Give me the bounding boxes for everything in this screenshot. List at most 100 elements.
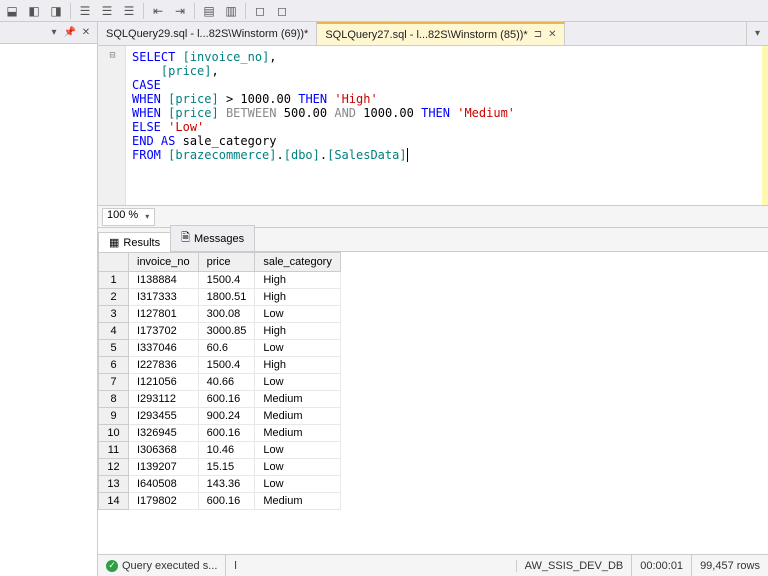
tool-icon[interactable]: ◧ [24, 2, 44, 20]
tool-icon[interactable]: ⬓ [2, 2, 22, 20]
table-row[interactable]: 9I293455900.24Medium [99, 408, 341, 425]
column-header[interactable]: price [198, 253, 255, 272]
cell[interactable]: High [255, 272, 341, 289]
cell[interactable]: 900.24 [198, 408, 255, 425]
table-row[interactable]: 6I2278361500.4High [99, 357, 341, 374]
tool-icon[interactable]: ◻ [272, 2, 292, 20]
row-number[interactable]: 4 [99, 323, 129, 340]
table-row[interactable]: 1I1388841500.4High [99, 272, 341, 289]
cell[interactable]: 3000.85 [198, 323, 255, 340]
cell[interactable]: Medium [255, 493, 341, 510]
collapse-icon[interactable]: ⊟ [100, 50, 125, 61]
cell[interactable]: 1500.4 [198, 357, 255, 374]
cell[interactable]: High [255, 323, 341, 340]
cell[interactable]: I179802 [129, 493, 199, 510]
pin-icon[interactable]: 📌 [63, 26, 77, 40]
cell[interactable]: Medium [255, 391, 341, 408]
outdent-icon[interactable]: ⇤ [148, 2, 168, 20]
table-row[interactable]: 2I3173331800.51High [99, 289, 341, 306]
cell[interactable]: 300.08 [198, 306, 255, 323]
zoom-select[interactable]: 100 % [102, 208, 155, 226]
results-tab[interactable]: 🗎Messages [170, 225, 255, 251]
cell[interactable]: Low [255, 442, 341, 459]
row-number[interactable]: 7 [99, 374, 129, 391]
table-row[interactable]: 4I1737023000.85High [99, 323, 341, 340]
column-header[interactable]: sale_category [255, 253, 341, 272]
cell[interactable]: Low [255, 374, 341, 391]
close-icon[interactable]: ✕ [548, 29, 556, 40]
cell[interactable]: I326945 [129, 425, 199, 442]
pin-icon[interactable]: ⊐ [534, 29, 542, 40]
cell[interactable]: I127801 [129, 306, 199, 323]
cell[interactable]: 40.66 [198, 374, 255, 391]
cell[interactable]: 600.16 [198, 425, 255, 442]
table-row[interactable]: 14I179802600.16Medium [99, 493, 341, 510]
cell[interactable]: I293112 [129, 391, 199, 408]
close-icon[interactable]: ✕ [79, 26, 93, 40]
cell[interactable]: I138884 [129, 272, 199, 289]
table-row[interactable]: 12I13920715.15Low [99, 459, 341, 476]
tool-icon[interactable]: ☰ [119, 2, 139, 20]
row-number[interactable]: 13 [99, 476, 129, 493]
cell[interactable]: I173702 [129, 323, 199, 340]
cell[interactable]: 10.46 [198, 442, 255, 459]
row-number[interactable]: 5 [99, 340, 129, 357]
row-number[interactable]: 1 [99, 272, 129, 289]
cell[interactable]: Medium [255, 408, 341, 425]
row-number[interactable]: 11 [99, 442, 129, 459]
sql-editor[interactable]: ⊟ SELECT [invoice_no], [price],CASEWHEN … [98, 46, 768, 206]
tool-icon[interactable]: ◨ [46, 2, 66, 20]
cell[interactable]: I337046 [129, 340, 199, 357]
cell[interactable]: High [255, 289, 341, 306]
cell[interactable]: Low [255, 476, 341, 493]
editor-content[interactable]: SELECT [invoice_no], [price],CASEWHEN [p… [126, 46, 768, 205]
document-tab[interactable]: SQLQuery29.sql - l...82S\Winstorm (69))* [98, 22, 317, 45]
cell[interactable]: 600.16 [198, 391, 255, 408]
cell[interactable]: I306368 [129, 442, 199, 459]
cell[interactable]: Medium [255, 425, 341, 442]
tool-icon[interactable]: ◻ [250, 2, 270, 20]
table-row[interactable]: 8I293112600.16Medium [99, 391, 341, 408]
row-number[interactable]: 2 [99, 289, 129, 306]
cell[interactable]: I139207 [129, 459, 199, 476]
tool-icon[interactable]: ☰ [97, 2, 117, 20]
table-row[interactable]: 11I30636810.46Low [99, 442, 341, 459]
document-tab[interactable]: SQLQuery27.sql - l...82S\Winstorm (85))*… [317, 22, 565, 45]
results-grid[interactable]: invoice_nopricesale_category1I1388841500… [98, 252, 768, 554]
table-row[interactable]: 13I640508143.36Low [99, 476, 341, 493]
row-number[interactable]: 14 [99, 493, 129, 510]
cell[interactable]: Low [255, 340, 341, 357]
cell[interactable]: 15.15 [198, 459, 255, 476]
column-header[interactable]: invoice_no [129, 253, 199, 272]
cell[interactable]: I640508 [129, 476, 199, 493]
cell[interactable]: I227836 [129, 357, 199, 374]
uncomment-icon[interactable]: ▥ [221, 2, 241, 20]
cell[interactable]: Low [255, 306, 341, 323]
tool-icon[interactable]: ☰ [75, 2, 95, 20]
cell[interactable]: 600.16 [198, 493, 255, 510]
row-number[interactable]: 3 [99, 306, 129, 323]
row-number[interactable]: 8 [99, 391, 129, 408]
tabs-overflow-icon[interactable]: ▾ [746, 22, 768, 45]
cell[interactable]: 143.36 [198, 476, 255, 493]
indent-icon[interactable]: ⇥ [170, 2, 190, 20]
row-number[interactable]: 9 [99, 408, 129, 425]
cell[interactable]: I317333 [129, 289, 199, 306]
cell[interactable]: 60.6 [198, 340, 255, 357]
dropdown-icon[interactable]: ▾ [47, 26, 61, 40]
table-row[interactable]: 10I326945600.16Medium [99, 425, 341, 442]
cell[interactable]: I293455 [129, 408, 199, 425]
table-row[interactable]: 7I12105640.66Low [99, 374, 341, 391]
table-row[interactable]: 3I127801300.08Low [99, 306, 341, 323]
row-number[interactable]: 6 [99, 357, 129, 374]
cell[interactable]: Low [255, 459, 341, 476]
results-tab[interactable]: ▦Results [98, 232, 171, 252]
cell[interactable]: High [255, 357, 341, 374]
row-number-header[interactable] [99, 253, 129, 272]
table-row[interactable]: 5I33704660.6Low [99, 340, 341, 357]
cell[interactable]: 1500.4 [198, 272, 255, 289]
cell[interactable]: I121056 [129, 374, 199, 391]
row-number[interactable]: 12 [99, 459, 129, 476]
comment-icon[interactable]: ▤ [199, 2, 219, 20]
row-number[interactable]: 10 [99, 425, 129, 442]
